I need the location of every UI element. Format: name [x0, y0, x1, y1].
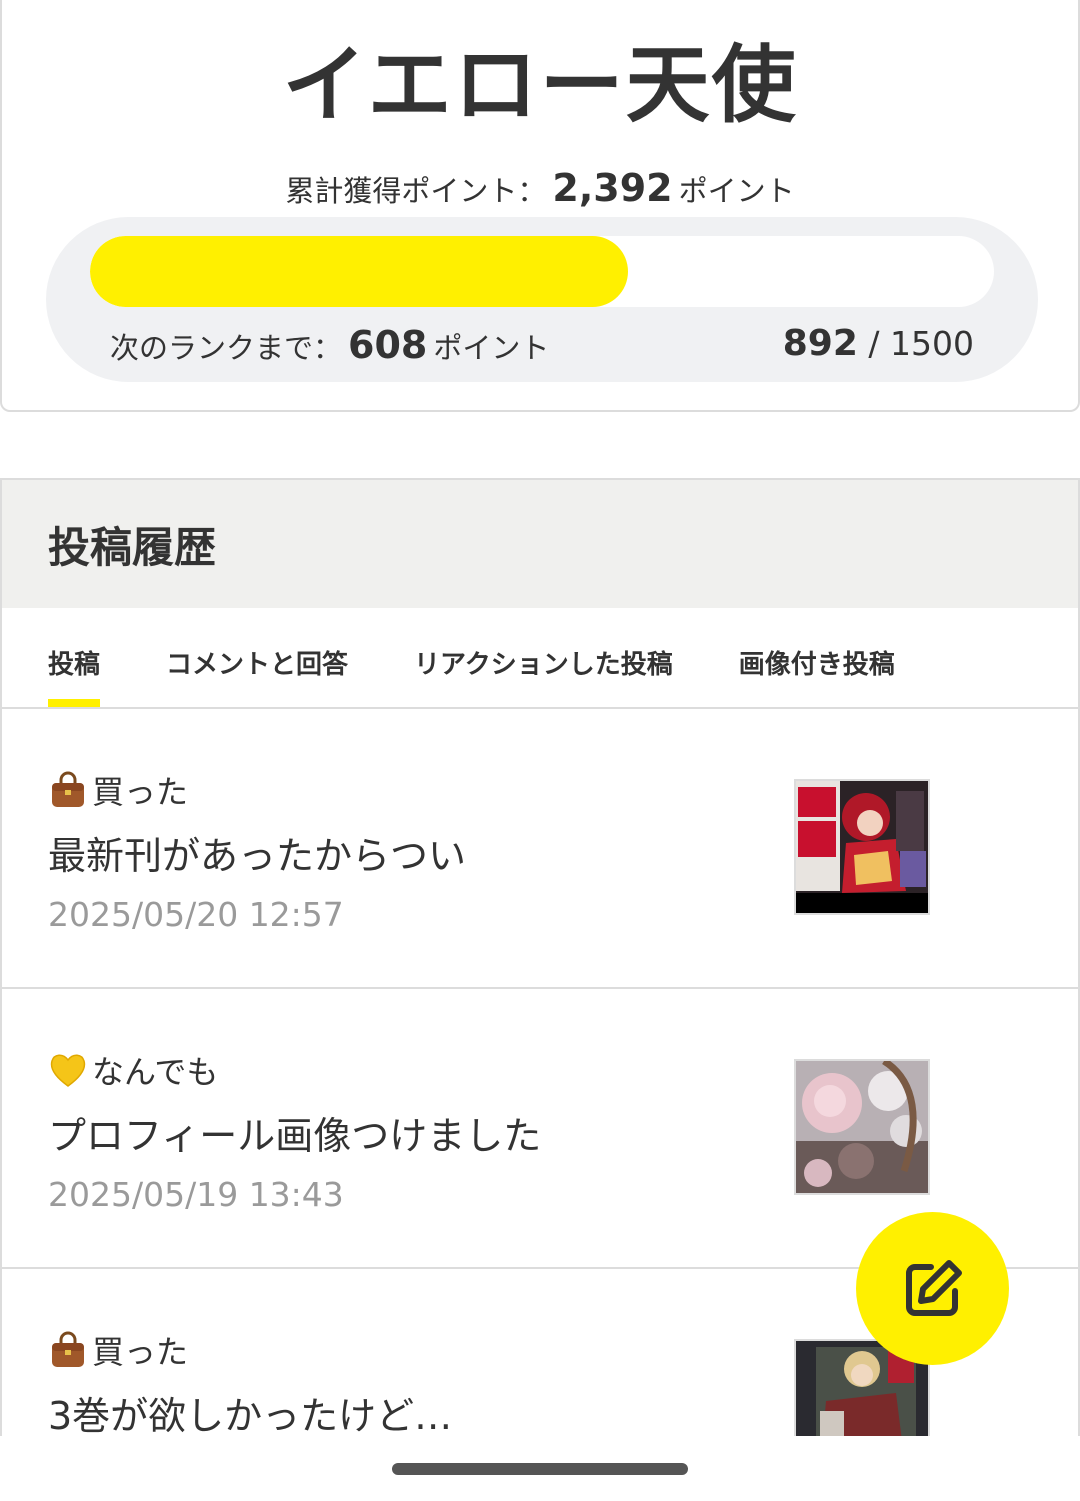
post-date: 2025/05/20 12:57 [48, 895, 344, 934]
total-points-unit: ポイント [678, 174, 795, 208]
flowers-photo-image [796, 1061, 928, 1193]
post-title[interactable]: 3巻が欲しかったけど… [48, 1385, 452, 1440]
post-thumbnail[interactable] [794, 779, 930, 915]
post-thumbnail[interactable] [794, 1059, 930, 1195]
post-category: 買った [48, 1327, 188, 1373]
comic-cover-image [796, 781, 928, 913]
yellow-heart-icon [50, 1054, 86, 1087]
tab-image-posts[interactable]: 画像付き投稿 [739, 608, 895, 707]
rank-title: イエロー天使 [282, 36, 798, 134]
post-title[interactable]: プロフィール画像つけました [48, 1105, 541, 1160]
total-points: 累計獲得ポイント： 2,392 ポイント [2, 166, 1078, 210]
rank-card: イエロー天使 累計獲得ポイント： 2,392 ポイント 次のランクまで： 608 ポイン… [0, 0, 1080, 412]
post-category-label: なんでも [92, 1053, 219, 1091]
progress-current: 892 [782, 323, 858, 364]
handbag-icon [52, 1331, 84, 1367]
new-post-button[interactable] [856, 1212, 1009, 1365]
rank-progress-panel: 次のランクまで： 608 ポイント 892 / 1500 [46, 217, 1038, 382]
list-item[interactable]: 買った 最新刊があったからつい 2025/05/20 12:57 [2, 709, 1078, 989]
post-history-heading: 投稿履歴 [2, 480, 1078, 608]
history-tabs: 投稿 コメントと回答 リアクションした投稿 画像付き投稿 [2, 608, 1078, 709]
progress-fill [90, 236, 628, 307]
handbag-icon [52, 771, 84, 807]
progress-separator: / [857, 324, 891, 363]
edit-icon [905, 1259, 962, 1316]
next-rank-label: 次のランクまで： [110, 331, 343, 365]
total-points-label: 累計獲得ポイント： [285, 174, 547, 208]
next-rank-points: 次のランクまで： 608 ポイント [110, 323, 549, 367]
progress-target: 1500 [890, 324, 974, 363]
post-category-label: 買った [92, 773, 189, 811]
post-date: 2025/05/19 13:43 [48, 1175, 344, 1214]
total-points-value: 2,392 [552, 166, 673, 210]
tab-comments-answers[interactable]: コメントと回答 [166, 608, 348, 707]
next-rank-value: 608 [348, 323, 428, 367]
tab-posts[interactable]: 投稿 [48, 608, 101, 707]
home-indicator[interactable] [392, 1463, 688, 1475]
post-title[interactable]: 最新刊があったからつい [48, 825, 466, 880]
progress-ratio: 892 / 1500 [783, 323, 974, 364]
post-category-label: 買った [92, 1333, 189, 1371]
next-rank-unit: ポイント [433, 331, 550, 365]
progress-track [90, 236, 994, 307]
tab-reacted-posts[interactable]: リアクションした投稿 [414, 608, 673, 707]
post-category: 買った [48, 767, 188, 813]
post-category: なんでも [48, 1047, 218, 1093]
